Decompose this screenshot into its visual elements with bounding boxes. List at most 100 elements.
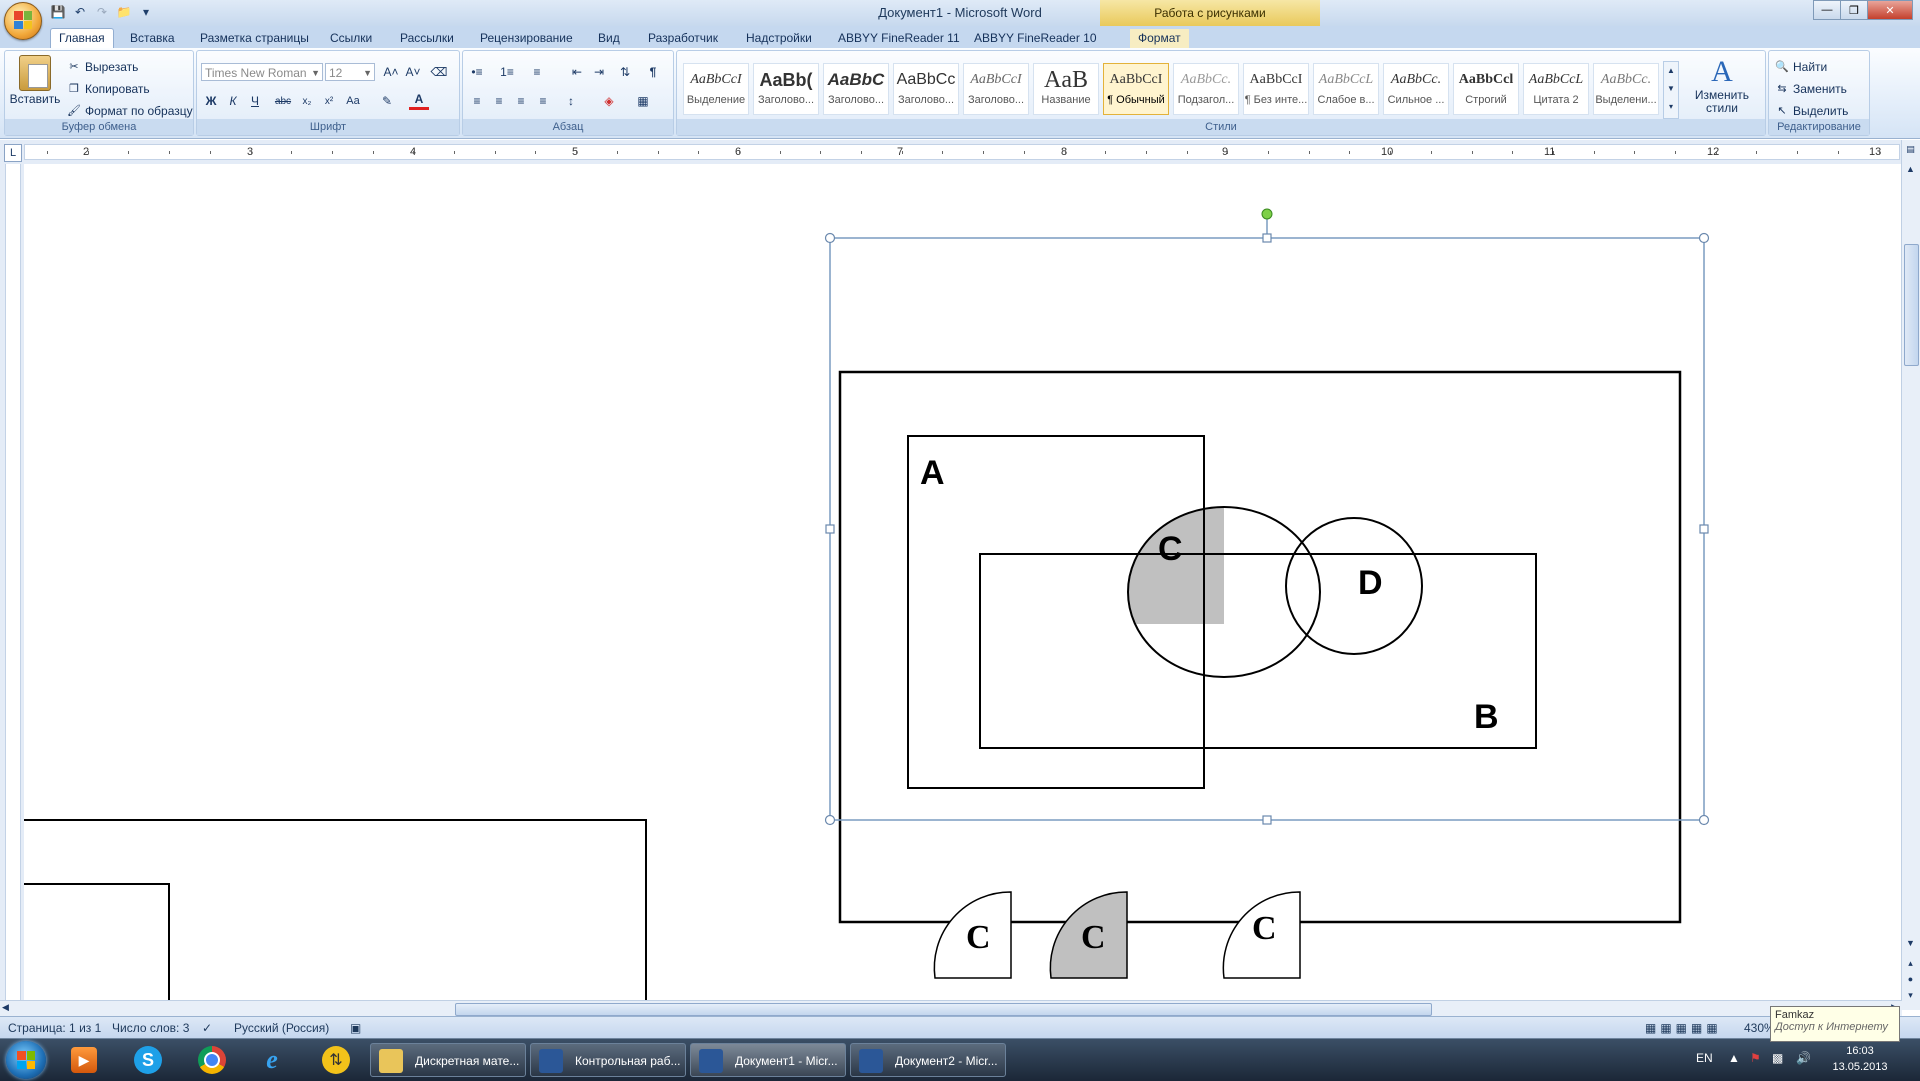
tab-insert[interactable]: Вставка	[122, 29, 183, 48]
tab-mailings[interactable]: Рассылки	[392, 29, 462, 48]
resize-handle-ne[interactable]	[1698, 232, 1710, 244]
find-button[interactable]: 🔍 Найти	[1775, 57, 1827, 77]
show-marks-icon[interactable]: ¶	[643, 62, 663, 82]
language-bar[interactable]: EN	[1696, 1051, 1713, 1065]
resize-handle-e[interactable]	[1699, 524, 1709, 534]
chevron-up-icon[interactable]: ▲	[1664, 62, 1678, 80]
drawing-canvas[interactable]: A B C D C C C	[24, 164, 1908, 1000]
language-indicator[interactable]: Русский (Россия)	[234, 1021, 329, 1035]
multilevel-list-icon[interactable]: ≡	[527, 62, 547, 82]
bold-icon[interactable]: Ж	[201, 91, 221, 111]
align-left-icon[interactable]: ≡	[467, 91, 487, 111]
grow-font-icon[interactable]: A˄	[381, 62, 401, 82]
internet-explorer-icon[interactable]: e	[252, 1043, 292, 1077]
change-case-icon[interactable]: Aa	[343, 91, 363, 111]
cut-button[interactable]: ✂ Вырезать	[67, 57, 138, 77]
small-shape-3[interactable]: C	[1222, 891, 1301, 979]
shading-icon[interactable]: ◈	[599, 91, 619, 111]
network-icon[interactable]: ▩	[1772, 1051, 1783, 1065]
next-page-icon[interactable]: ▾	[1904, 990, 1917, 1004]
left-outer-frame[interactable]	[24, 819, 647, 1000]
paste-button[interactable]: Вставить	[9, 55, 61, 106]
skype-icon[interactable]: S	[128, 1043, 168, 1077]
font-name-combo[interactable]: Times New Roman ▼	[201, 63, 323, 81]
left-inner-frame[interactable]	[24, 883, 170, 1000]
volume-icon[interactable]: 🔊	[1796, 1051, 1811, 1065]
rotate-handle[interactable]	[1261, 208, 1273, 220]
format-painter-button[interactable]: 🖌 Формат по образцу	[67, 101, 193, 121]
align-right-icon[interactable]: ≡	[511, 91, 531, 111]
resize-handle-n[interactable]	[1262, 233, 1272, 243]
vertical-scroll-thumb[interactable]	[1904, 244, 1919, 366]
vertical-ruler-track[interactable]	[5, 164, 21, 1000]
tab-home[interactable]: Главная	[50, 28, 114, 48]
update-icon[interactable]: ⇅	[316, 1043, 356, 1077]
style-tile[interactable]: AaBbCcI ¶ Без инте...	[1243, 63, 1309, 115]
task-word-3[interactable]: Документ2 - Micr...	[850, 1043, 1006, 1077]
subscript-icon[interactable]: x₂	[297, 91, 317, 111]
replace-button[interactable]: ⇆ Заменить	[1775, 79, 1847, 99]
start-button[interactable]	[6, 1041, 46, 1079]
style-tile[interactable]: AaB Название	[1033, 63, 1099, 115]
horizontal-scroll-thumb[interactable]	[455, 1003, 1432, 1016]
small-shape-2[interactable]: C	[1049, 891, 1128, 979]
tab-addins[interactable]: Надстройки	[738, 29, 820, 48]
style-tile[interactable]: AaBbCcI Выделение	[683, 63, 749, 115]
small-shape-1[interactable]: C	[933, 891, 1012, 979]
tab-selector-icon[interactable]: L	[4, 144, 22, 162]
previous-page-icon[interactable]: ▴	[1904, 958, 1917, 972]
justify-icon[interactable]: ≡	[533, 91, 553, 111]
tray-expand-icon[interactable]: ▲	[1728, 1051, 1740, 1065]
style-tile[interactable]: AaBb(Заголово...	[753, 63, 819, 115]
style-tile[interactable]: AaBbC Заголово...	[823, 63, 889, 115]
tab-references[interactable]: Ссылки	[322, 29, 380, 48]
underline-icon[interactable]: Ч	[245, 91, 265, 111]
borders-icon[interactable]: ▦	[633, 91, 653, 111]
resize-handle-nw[interactable]	[824, 232, 836, 244]
clear-format-icon[interactable]: ⌫	[429, 62, 449, 82]
tab-abbyy-11[interactable]: ABBYY FineReader 11	[830, 29, 968, 48]
clock[interactable]: 16:03 13.05.2013	[1820, 1043, 1900, 1075]
document-area[interactable]: A B C D C C C	[24, 164, 1908, 1000]
gallery-scroll[interactable]: ▲ ▼ ▾	[1663, 61, 1679, 119]
style-tile[interactable]: AaBbCcI Заголово...	[963, 63, 1029, 115]
task-word-1[interactable]: Контрольная раб...	[530, 1043, 686, 1077]
word-count[interactable]: Число слов: 3	[112, 1021, 189, 1035]
more-icon[interactable]: ▾	[1664, 98, 1678, 116]
restore-icon[interactable]: ❐	[1840, 0, 1868, 20]
close-icon[interactable]: ✕	[1867, 0, 1913, 20]
strikethrough-icon[interactable]: abc	[273, 91, 293, 111]
font-size-combo[interactable]: 12 ▼	[325, 63, 375, 81]
scroll-left-icon[interactable]: ◀	[2, 1002, 9, 1013]
line-spacing-icon[interactable]: ↕	[561, 91, 581, 111]
style-tile[interactable]: AaBbCc. Подзагол...	[1173, 63, 1239, 115]
style-tile[interactable]: AaBbCc. Выделени...	[1593, 63, 1659, 115]
resize-handle-sw[interactable]	[824, 814, 836, 826]
resize-handle-s[interactable]	[1262, 815, 1272, 825]
flag-icon[interactable]: ⚑	[1750, 1051, 1761, 1065]
ruler-toggle-icon[interactable]: ▤	[1904, 144, 1917, 158]
numbering-icon[interactable]: 1≡	[497, 62, 517, 82]
tab-page-layout[interactable]: Разметка страницы	[192, 29, 317, 48]
tab-developer[interactable]: Разработчик	[640, 29, 726, 48]
font-color-icon[interactable]: A	[409, 91, 429, 110]
chrome-icon[interactable]	[192, 1043, 232, 1077]
increase-indent-icon[interactable]: ⇥	[589, 62, 609, 82]
style-tile[interactable]: AaBbCcL Цитата 2	[1523, 63, 1589, 115]
scroll-up-icon[interactable]: ▲	[1904, 164, 1917, 178]
browse-object-icon[interactable]: ●	[1904, 974, 1917, 988]
macro-record-icon[interactable]: ▣	[350, 1021, 361, 1035]
tab-abbyy-10[interactable]: ABBYY FineReader 10	[966, 29, 1105, 48]
italic-icon[interactable]: К	[223, 91, 243, 111]
horizontal-scrollbar[interactable]: ◀ ▶	[0, 1000, 1902, 1017]
set-b-rect[interactable]	[979, 553, 1537, 749]
style-tile[interactable]: AaBbCcL Слабое в...	[1313, 63, 1379, 115]
select-button[interactable]: ↖ Выделить	[1775, 101, 1848, 121]
bullets-icon[interactable]: •≡	[467, 62, 487, 82]
task-word-2[interactable]: Документ1 - Micr...	[690, 1043, 846, 1077]
change-styles-button[interactable]: A Изменить стили	[1687, 55, 1757, 115]
copy-button[interactable]: ❐ Копировать	[67, 79, 150, 99]
decrease-indent-icon[interactable]: ⇤	[567, 62, 587, 82]
vertical-scrollbar[interactable]: ▤ ▲ ▼ ▴ ● ▾	[1901, 140, 1920, 1010]
align-center-icon[interactable]: ≡	[489, 91, 509, 111]
